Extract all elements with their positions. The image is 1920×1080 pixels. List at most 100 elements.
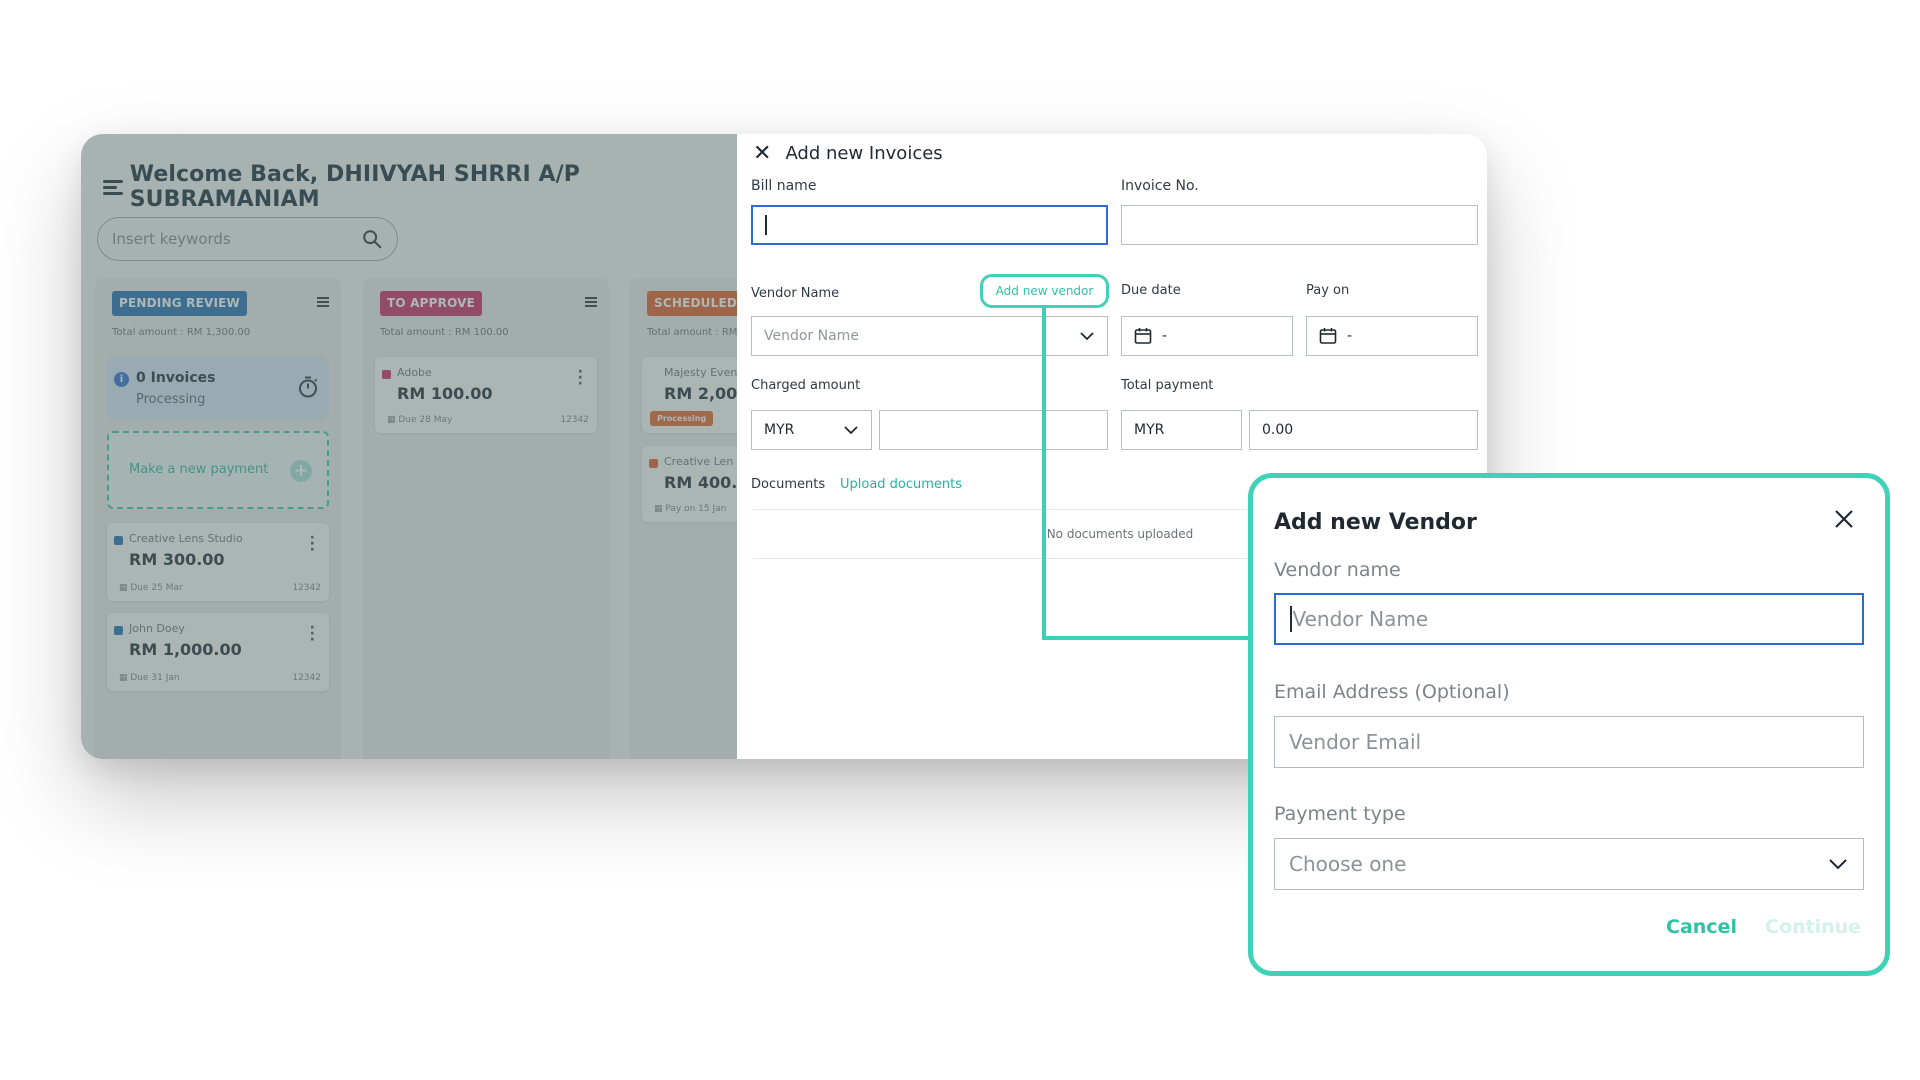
email-label: Email Address (Optional) bbox=[1274, 681, 1510, 703]
invoice-count: 0 Invoices bbox=[136, 370, 216, 386]
vendor-placeholder: Vendor Name bbox=[764, 328, 859, 344]
due-date: ▦ Due 31 Jan bbox=[119, 673, 180, 683]
invoice-amount: RM 300.00 bbox=[129, 550, 225, 569]
callout-connector bbox=[1042, 636, 1252, 640]
invoice-amount: RM 100.00 bbox=[397, 384, 493, 403]
due-date: ▦ Due 28 May bbox=[387, 415, 453, 425]
text-cursor bbox=[765, 215, 767, 235]
total-payment-value: 0.00 bbox=[1262, 422, 1294, 438]
search-input[interactable]: Insert keywords bbox=[112, 230, 361, 248]
vendor-name-label: Vendor Name bbox=[751, 286, 840, 301]
total-currency-value: MYR bbox=[1134, 422, 1165, 438]
invoice-number: 12342 bbox=[560, 415, 589, 425]
status-tag: SCHEDULED bbox=[647, 291, 744, 316]
chevron-down-icon bbox=[1080, 332, 1094, 341]
chevron-down-icon bbox=[844, 426, 858, 435]
vendor-name: Majesty Even bbox=[664, 366, 738, 379]
status-tag: TO APPROVE bbox=[380, 291, 483, 316]
invoice-amount: RM 2,00 bbox=[664, 384, 738, 403]
vendor-select[interactable]: Vendor Name bbox=[751, 316, 1108, 356]
invoice-amount: RM 400. bbox=[664, 473, 738, 492]
invoice-no-input[interactable] bbox=[1121, 205, 1478, 245]
bill-name-label: Bill name bbox=[751, 178, 817, 194]
column-total: Total amount : RM 1,300.00 bbox=[112, 327, 251, 338]
hamburger-menu-icon[interactable] bbox=[103, 179, 123, 195]
charged-amount-label: Charged amount bbox=[751, 378, 861, 393]
processing-card[interactable]: i 0 Invoices Processing bbox=[107, 357, 329, 419]
no-documents-text: No documents uploaded bbox=[1046, 527, 1194, 541]
total-currency-field: MYR bbox=[1121, 410, 1242, 450]
column-menu-icon[interactable] bbox=[317, 297, 329, 307]
processing-label: Processing bbox=[136, 392, 206, 407]
charged-currency-value: MYR bbox=[764, 422, 795, 438]
vendor-color-dot bbox=[114, 536, 123, 545]
payment-type-placeholder: Choose one bbox=[1289, 852, 1407, 876]
payment-type-select[interactable]: Choose one bbox=[1274, 838, 1864, 890]
close-icon[interactable] bbox=[1827, 502, 1861, 536]
welcome-header: Welcome Back, DHIIVYAH SHRRI A/P SUBRAMA… bbox=[103, 162, 737, 212]
welcome-title: Welcome Back, DHIIVYAH SHRRI A/P SUBRAMA… bbox=[129, 162, 581, 212]
vendor-name: Creative Lens Studio bbox=[129, 532, 243, 545]
search-icon[interactable] bbox=[361, 228, 383, 250]
documents-label: Documents bbox=[751, 477, 826, 492]
vendor-name-input[interactable]: Vendor Name bbox=[1274, 593, 1864, 645]
info-icon: i bbox=[114, 372, 129, 387]
charged-currency-select[interactable]: MYR bbox=[751, 410, 872, 450]
pay-on-label: Pay on bbox=[1306, 283, 1350, 298]
due-date-label: Due date bbox=[1121, 283, 1181, 298]
invoice-card[interactable]: John Doey RM 1,000.00 · · · ▦ Due 31 Jan 1… bbox=[107, 613, 329, 691]
text-cursor bbox=[1290, 606, 1292, 632]
due-date-value: - bbox=[1162, 328, 1168, 344]
due-date-picker[interactable]: - bbox=[1121, 316, 1293, 356]
vendor-name-placeholder: Vendor Name bbox=[1292, 607, 1429, 631]
more-options-icon[interactable]: · · · bbox=[310, 621, 315, 647]
invoice-card[interactable]: Adobe RM 100.00 · · · ▦ Due 28 May 12342 bbox=[375, 357, 597, 433]
more-options-icon[interactable]: · · · bbox=[578, 365, 583, 391]
column-total: Total amount : RM 100.00 bbox=[380, 327, 509, 338]
column-to-approve: TO APPROVE Total amount : RM 100.00 Adob… bbox=[363, 278, 609, 759]
add-new-vendor-link[interactable]: Add new vendor bbox=[980, 274, 1109, 308]
total-payment-field: 0.00 bbox=[1249, 410, 1478, 450]
plus-icon: + bbox=[290, 460, 312, 482]
payment-type-label: Payment type bbox=[1274, 803, 1406, 825]
invoice-card[interactable]: Creative Lens Studio RM 300.00 · · · ▦ Due… bbox=[107, 523, 329, 601]
vendor-name: Creative Len bbox=[664, 455, 734, 468]
make-payment-label: Make a new payment bbox=[129, 462, 269, 477]
dashboard: Welcome Back, DHIIVYAH SHRRI A/P SUBRAMA… bbox=[81, 134, 876, 759]
more-options-icon[interactable]: · · · bbox=[310, 531, 315, 557]
pay-on-value: - bbox=[1347, 328, 1353, 344]
cancel-button[interactable]: Cancel bbox=[1666, 916, 1737, 938]
vendor-name: Adobe bbox=[397, 366, 432, 379]
invoice-amount: RM 1,000.00 bbox=[129, 640, 242, 659]
pay-on-date: ▦ Pay on 15 Jan bbox=[654, 504, 727, 514]
vendor-color-dot bbox=[114, 626, 123, 635]
charged-amount-input[interactable] bbox=[879, 410, 1108, 450]
invoice-number: 12342 bbox=[292, 583, 321, 593]
vendor-color-dot bbox=[382, 370, 391, 379]
total-payment-label: Total payment bbox=[1121, 378, 1214, 393]
column-total: Total amount : RM bbox=[647, 327, 738, 338]
make-payment-button[interactable]: Make a new payment + bbox=[107, 431, 329, 509]
pay-on-picker[interactable]: - bbox=[1306, 316, 1478, 356]
bill-name-input[interactable] bbox=[751, 205, 1108, 245]
panel-header: ✕ Add new Invoices bbox=[753, 141, 943, 166]
processing-badge: Processing bbox=[650, 411, 714, 426]
upload-documents-link[interactable]: Upload documents bbox=[840, 477, 962, 492]
continue-button[interactable]: Continue bbox=[1765, 916, 1861, 938]
column-pending-review: PENDING REVIEW Total amount : RM 1,300.0… bbox=[95, 278, 341, 759]
vendor-color-dot bbox=[649, 459, 658, 468]
column-menu-icon[interactable] bbox=[585, 297, 597, 307]
vendor-email-placeholder: Vendor Email bbox=[1289, 730, 1422, 754]
chevron-down-icon bbox=[1829, 859, 1847, 870]
status-tag: PENDING REVIEW bbox=[112, 291, 247, 316]
calendar-icon bbox=[1134, 328, 1152, 344]
search-bar[interactable]: Insert keywords bbox=[97, 217, 398, 261]
timer-icon bbox=[299, 376, 318, 398]
invoice-number: 12342 bbox=[292, 673, 321, 683]
vendor-email-input[interactable]: Vendor Email bbox=[1274, 716, 1864, 768]
close-icon[interactable]: ✕ bbox=[753, 141, 771, 166]
vendor-name-label: Vendor name bbox=[1274, 559, 1401, 581]
panel-title: Add new Invoices bbox=[785, 143, 943, 164]
vendor-name: John Doey bbox=[129, 622, 185, 635]
calendar-icon bbox=[1319, 328, 1337, 344]
